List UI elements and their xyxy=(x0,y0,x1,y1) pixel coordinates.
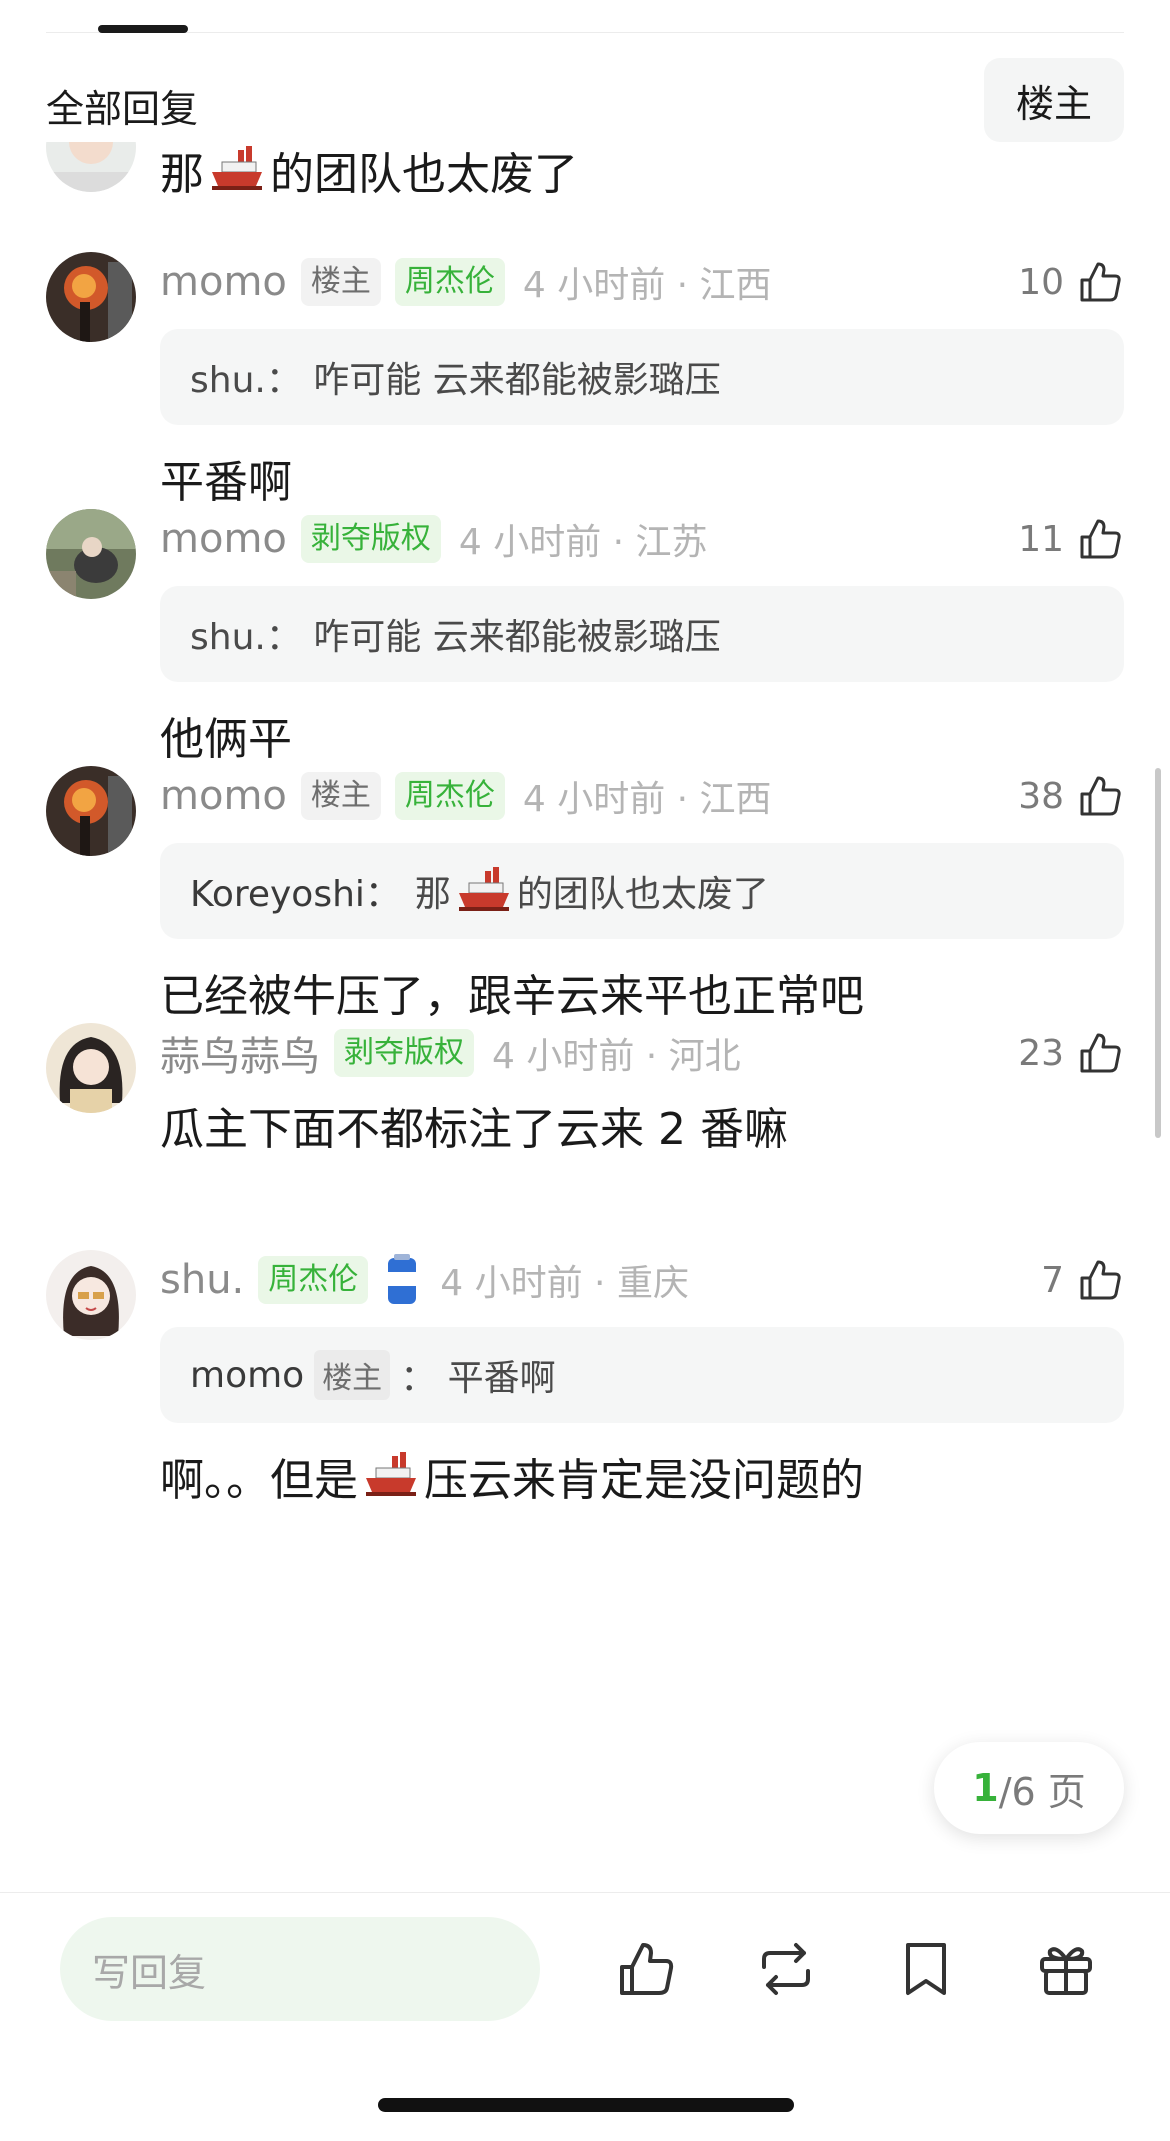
comment-meta: shu. 周杰伦 4 小时前 · 重庆 xyxy=(160,1250,689,1310)
like-count: 38 xyxy=(1018,775,1064,817)
like-count: 7 xyxy=(1041,1259,1064,1301)
username[interactable]: momo xyxy=(160,516,287,562)
current-page: 1 xyxy=(972,1766,999,1810)
gift-icon xyxy=(1040,1947,1092,1995)
quoted-reply[interactable]: shu.： 咋可能 云来都能被影璐压 xyxy=(160,586,1124,682)
like-button[interactable]: 11 xyxy=(1018,509,1124,569)
op-badge: 楼主 xyxy=(314,1350,391,1400)
like-count: 11 xyxy=(1018,518,1064,560)
sheet-grabber[interactable] xyxy=(98,25,188,33)
top-divider xyxy=(46,32,1124,33)
ship-emoji-icon xyxy=(362,1450,420,1502)
time-location: 4 小时前 · 江西 xyxy=(522,779,772,820)
comment-meta: momo 剥夺版权 4 小时前 · 江苏 xyxy=(160,509,708,569)
username[interactable]: 蒜鸟蒜鸟 xyxy=(160,1024,320,1082)
page-title: 全部回复 xyxy=(46,87,199,131)
total-pages: /6 页 xyxy=(998,1769,1086,1814)
thumbs-up-icon xyxy=(1080,1033,1121,1073)
fan-badge: 周杰伦 xyxy=(258,1256,369,1304)
thumbs-up-icon xyxy=(620,1943,674,1995)
comment-body: 瓜主下面不都标注了云来 2 番嘛 xyxy=(160,1104,788,1155)
username[interactable]: momo xyxy=(160,259,287,305)
reply-input[interactable]: 写回复 xyxy=(60,1917,540,2021)
comment-body: 他俩平 xyxy=(160,714,292,765)
ship-emoji-icon xyxy=(455,865,513,917)
op-badge: 楼主 xyxy=(300,258,381,306)
avatar[interactable] xyxy=(46,509,136,599)
quoted-reply[interactable]: Koreyoshi： 那 的团队也太废了 xyxy=(160,843,1124,939)
like-button[interactable]: 7 xyxy=(1041,1250,1124,1310)
fan-badge: 周杰伦 xyxy=(394,258,505,306)
repost-icon xyxy=(762,1943,810,1995)
reply-list[interactable]: 那 的团队也太废了 momo 楼主 周杰伦 4 小时前 · 江西 10 shu.… xyxy=(0,142,1170,1892)
thumbs-up-icon xyxy=(1080,776,1121,816)
username[interactable]: shu. xyxy=(160,1257,244,1303)
time-location: 4 小时前 · 江苏 xyxy=(458,522,708,563)
gift-button[interactable] xyxy=(1034,1937,1098,2001)
username[interactable]: momo xyxy=(160,773,287,819)
avatar[interactable] xyxy=(46,766,136,856)
fan-badge: 剥夺版权 xyxy=(334,1029,474,1077)
thumbs-up-icon xyxy=(1080,1260,1121,1300)
avatar[interactable] xyxy=(46,142,136,192)
like-action-button[interactable] xyxy=(614,1937,678,2001)
quoted-username: momo xyxy=(190,1354,305,1396)
bookmark-button[interactable] xyxy=(894,1937,958,2001)
avatar[interactable] xyxy=(46,252,136,342)
home-indicator[interactable] xyxy=(378,2098,794,2112)
time-location: 4 小时前 · 重庆 xyxy=(440,1263,689,1304)
reply-header: 全部回复 楼主 xyxy=(0,58,1170,142)
comment-body: 平番啊 xyxy=(160,457,292,508)
thumbs-up-icon xyxy=(1080,519,1121,559)
quoted-username: Koreyoshi： xyxy=(190,874,401,915)
page-indicator[interactable]: 1 /6 页 xyxy=(934,1742,1124,1834)
comment-meta: 蒜鸟蒜鸟 剥夺版权 4 小时前 · 河北 xyxy=(160,1023,741,1083)
comment-meta: momo 楼主 周杰伦 4 小时前 · 江西 xyxy=(160,252,772,312)
repost-button[interactable] xyxy=(754,1937,818,2001)
comment-body: 啊。。但是 压云来肯定是没问题的 xyxy=(160,1448,864,1506)
can-badge-icon xyxy=(382,1252,422,1308)
fan-badge: 剥夺版权 xyxy=(300,515,441,563)
like-count: 10 xyxy=(1018,261,1064,303)
like-button[interactable]: 23 xyxy=(1018,1023,1124,1083)
thumbs-up-icon xyxy=(1080,262,1121,302)
ship-emoji-icon xyxy=(208,144,266,196)
scrollbar[interactable] xyxy=(1155,768,1161,1138)
quoted-reply[interactable]: shu.： 咋可能 云来都能被影璐压 xyxy=(160,329,1124,425)
quoted-reply[interactable]: momo 楼主 ： 平番啊 xyxy=(160,1327,1124,1423)
op-badge: 楼主 xyxy=(300,772,381,820)
time-location: 4 小时前 · 河北 xyxy=(492,1036,741,1077)
comment-body: 已经被牛压了，跟辛云来平也正常吧 xyxy=(160,971,864,1022)
fan-badge: 周杰伦 xyxy=(394,772,505,820)
comment-body: 那 的团队也太废了 xyxy=(160,142,578,200)
like-count: 23 xyxy=(1018,1032,1064,1074)
time-location: 4 小时前 · 江西 xyxy=(522,265,772,306)
avatar[interactable] xyxy=(46,1023,136,1113)
comment-meta: momo 楼主 周杰伦 4 小时前 · 江西 xyxy=(160,766,772,826)
like-button[interactable]: 10 xyxy=(1018,252,1124,312)
like-button[interactable]: 38 xyxy=(1018,766,1124,826)
avatar[interactable] xyxy=(46,1250,136,1340)
bookmark-icon xyxy=(906,1943,946,1995)
op-only-button[interactable]: 楼主 xyxy=(984,58,1124,142)
